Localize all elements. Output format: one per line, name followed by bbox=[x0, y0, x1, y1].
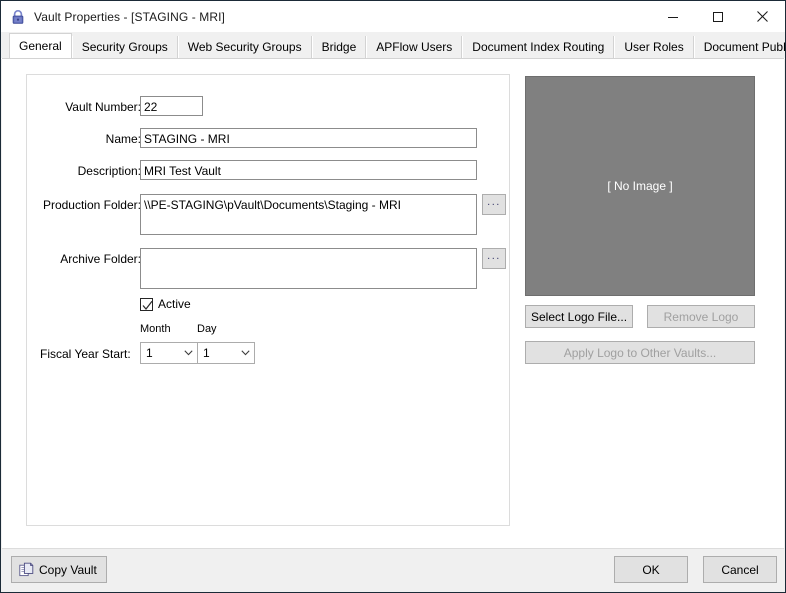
checkbox-box bbox=[140, 297, 153, 311]
tab-apflow-users[interactable]: APFlow Users bbox=[366, 36, 463, 58]
tab-document-publishing[interactable]: Document Publishing bbox=[693, 36, 786, 58]
tab-label: Document Publishing bbox=[703, 40, 786, 54]
apply-logo-other-vaults-button[interactable]: Apply Logo to Other Vaults... bbox=[525, 341, 755, 364]
tab-general[interactable]: General bbox=[9, 33, 72, 58]
description-label: Description: bbox=[77, 164, 141, 178]
general-tab-page: Vault Number: Name: Description: Product… bbox=[2, 58, 784, 549]
tab-security-groups[interactable]: Security Groups bbox=[71, 36, 178, 58]
tab-strip[interactable]: General Security Groups Web Security Gro… bbox=[1, 32, 785, 59]
production-folder-input[interactable] bbox=[140, 194, 477, 235]
vault-number-input[interactable] bbox=[140, 96, 203, 116]
archive-folder-input[interactable] bbox=[140, 248, 477, 289]
browse-ellipsis-label: ... bbox=[487, 196, 501, 208]
tab-document-index-routing[interactable]: Document Index Routing bbox=[462, 36, 615, 58]
logo-placeholder-text: [ No Image ] bbox=[607, 179, 673, 193]
day-label: Day bbox=[197, 323, 217, 335]
remove-logo-button[interactable]: Remove Logo bbox=[647, 305, 755, 328]
title-bar: Vault Properties - [STAGING - MRI] bbox=[1, 1, 785, 32]
tab-web-security-groups[interactable]: Web Security Groups bbox=[177, 36, 312, 58]
logo-preview: [ No Image ] bbox=[525, 76, 755, 296]
name-label: Name: bbox=[105, 132, 141, 146]
fiscal-year-start-label: Fiscal Year Start: bbox=[40, 347, 131, 361]
production-folder-browse-button[interactable]: ... bbox=[482, 194, 506, 215]
remove-logo-label: Remove Logo bbox=[663, 309, 739, 324]
cancel-label: Cancel bbox=[721, 562, 759, 577]
select-logo-file-button[interactable]: Select Logo File... bbox=[525, 305, 633, 328]
tab-label: Bridge bbox=[321, 40, 357, 54]
close-icon bbox=[757, 11, 768, 22]
cancel-button[interactable]: Cancel bbox=[703, 556, 777, 583]
maximize-button[interactable] bbox=[695, 1, 740, 32]
close-button[interactable] bbox=[740, 1, 785, 32]
month-select[interactable]: 1 bbox=[140, 342, 198, 364]
tab-label: Security Groups bbox=[81, 40, 168, 54]
active-label: Active bbox=[158, 297, 191, 311]
name-input[interactable] bbox=[140, 128, 477, 148]
ok-label: OK bbox=[642, 562, 660, 577]
window-controls bbox=[650, 1, 785, 32]
copy-vault-label: Copy Vault bbox=[39, 562, 97, 577]
vault-number-label: Vault Number: bbox=[65, 100, 141, 114]
tab-label: Web Security Groups bbox=[187, 40, 302, 54]
tab-label: Document Index Routing bbox=[472, 40, 605, 54]
browse-ellipsis-label: ... bbox=[487, 250, 501, 262]
tab-label: General bbox=[19, 39, 62, 53]
chevron-down-icon bbox=[180, 343, 197, 363]
archive-folder-label: Archive Folder: bbox=[60, 252, 141, 266]
tab-bridge[interactable]: Bridge bbox=[311, 36, 367, 58]
copy-pages-icon bbox=[19, 562, 34, 577]
day-select[interactable]: 1 bbox=[197, 342, 255, 364]
ok-button[interactable]: OK bbox=[614, 556, 688, 583]
active-checkbox[interactable]: Active bbox=[140, 297, 191, 311]
lock-icon bbox=[12, 9, 24, 24]
tab-label: User Roles bbox=[624, 40, 684, 54]
day-value: 1 bbox=[203, 346, 210, 360]
description-input[interactable] bbox=[140, 160, 477, 180]
minimize-icon bbox=[667, 16, 678, 18]
tab-user-roles[interactable]: User Roles bbox=[614, 36, 694, 58]
vault-properties-window: Vault Properties - [STAGING - MRI] Gener… bbox=[0, 0, 786, 593]
apply-logo-label: Apply Logo to Other Vaults... bbox=[563, 345, 717, 360]
month-label: Month bbox=[140, 323, 171, 335]
minimize-button[interactable] bbox=[650, 1, 695, 32]
select-logo-file-label: Select Logo File... bbox=[530, 309, 628, 324]
vault-details-panel: Vault Number: Name: Description: Product… bbox=[26, 74, 510, 526]
copy-vault-button[interactable]: Copy Vault bbox=[11, 556, 107, 583]
checkmark-icon bbox=[142, 300, 153, 310]
month-value: 1 bbox=[146, 346, 153, 360]
maximize-icon bbox=[712, 11, 723, 22]
tab-label: APFlow Users bbox=[376, 40, 453, 54]
production-folder-label: Production Folder: bbox=[42, 198, 141, 212]
dialog-footer: Copy Vault OK Cancel bbox=[2, 548, 784, 591]
archive-folder-browse-button[interactable]: ... bbox=[482, 248, 506, 269]
window-title: Vault Properties - [STAGING - MRI] bbox=[34, 9, 225, 24]
chevron-down-icon bbox=[237, 343, 254, 363]
